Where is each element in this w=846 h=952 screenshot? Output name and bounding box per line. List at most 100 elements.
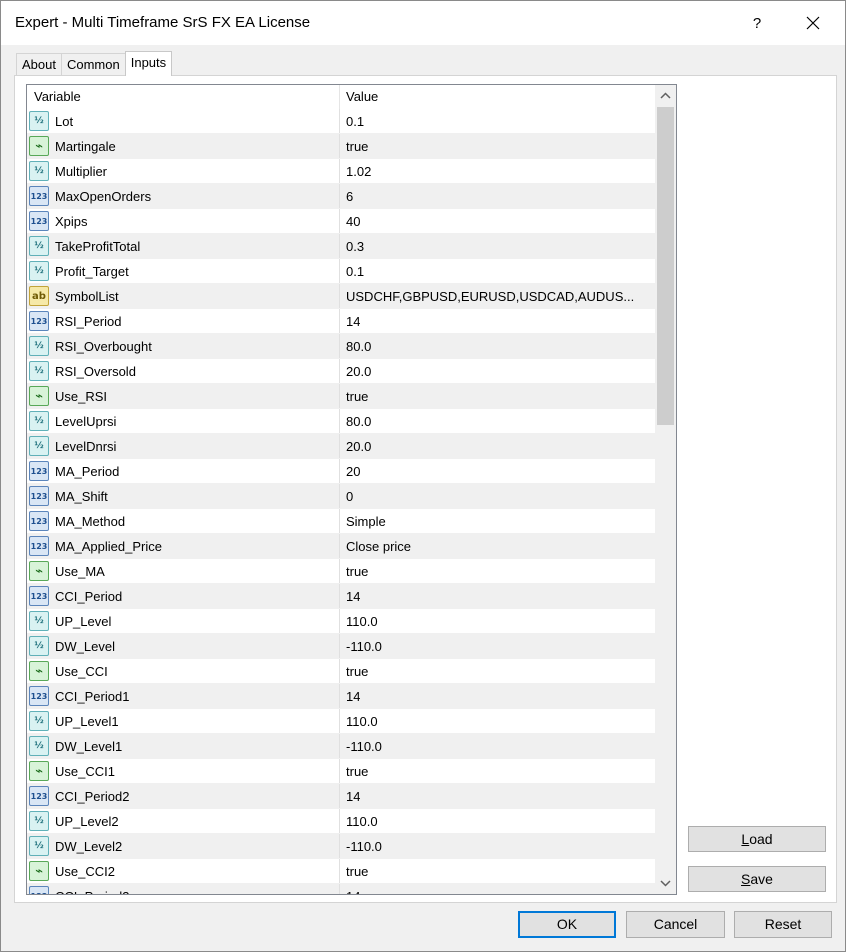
value-cell[interactable]: 14: [340, 684, 655, 708]
variable-cell[interactable]: ½ Profit_Target: [27, 259, 340, 283]
table-row[interactable]: ½ UP_Level2 110.0: [27, 809, 655, 834]
value-cell[interactable]: Close price: [340, 534, 655, 558]
table-row[interactable]: ⌁ Use_CCI2 true: [27, 859, 655, 884]
variable-cell[interactable]: 123 MA_Shift: [27, 484, 340, 508]
value-cell[interactable]: 110.0: [340, 709, 655, 733]
variable-cell[interactable]: ½ RSI_Oversold: [27, 359, 340, 383]
value-cell[interactable]: 20: [340, 459, 655, 483]
variable-cell[interactable]: 123 CCI_Period3: [27, 884, 340, 894]
value-cell[interactable]: -110.0: [340, 734, 655, 758]
table-row[interactable]: ½ LevelDnrsi 20.0: [27, 434, 655, 459]
cancel-button[interactable]: Cancel: [626, 911, 725, 938]
value-cell[interactable]: 40: [340, 209, 655, 233]
table-row[interactable]: ½ UP_Level1 110.0: [27, 709, 655, 734]
table-row[interactable]: ⌁ Use_MA true: [27, 559, 655, 584]
table-row[interactable]: 123 RSI_Period 14: [27, 309, 655, 334]
variable-cell[interactable]: 123 CCI_Period2: [27, 784, 340, 808]
value-cell[interactable]: true: [340, 559, 655, 583]
value-cell[interactable]: 14: [340, 584, 655, 608]
table-row[interactable]: 123 CCI_Period1 14: [27, 684, 655, 709]
variable-cell[interactable]: 123 MA_Method: [27, 509, 340, 533]
table-row[interactable]: ½ Lot 0.1: [27, 109, 655, 134]
scrollbar-thumb[interactable]: [657, 107, 674, 425]
variable-cell[interactable]: ½ LevelUprsi: [27, 409, 340, 433]
column-header-variable[interactable]: Variable: [27, 85, 340, 109]
save-button[interactable]: Save: [688, 866, 826, 892]
reset-button[interactable]: Reset: [734, 911, 832, 938]
table-row[interactable]: 123 MA_Applied_Price Close price: [27, 534, 655, 559]
help-button[interactable]: ?: [734, 1, 780, 45]
table-row[interactable]: 123 CCI_Period 14: [27, 584, 655, 609]
value-cell[interactable]: 110.0: [340, 809, 655, 833]
value-cell[interactable]: 0: [340, 484, 655, 508]
value-cell[interactable]: 14: [340, 309, 655, 333]
close-button[interactable]: [790, 1, 836, 45]
value-cell[interactable]: 20.0: [340, 359, 655, 383]
table-row[interactable]: ½ LevelUprsi 80.0: [27, 409, 655, 434]
table-row[interactable]: ⌁ Martingale true: [27, 134, 655, 159]
table-row[interactable]: ⌁ Use_CCI1 true: [27, 759, 655, 784]
value-cell[interactable]: -110.0: [340, 634, 655, 658]
variable-cell[interactable]: ⌁ Use_CCI: [27, 659, 340, 683]
table-row[interactable]: ½ DW_Level2 -110.0: [27, 834, 655, 859]
value-cell[interactable]: 0.1: [340, 259, 655, 283]
variable-cell[interactable]: ½ Multiplier: [27, 159, 340, 183]
table-row[interactable]: ½ RSI_Oversold 20.0: [27, 359, 655, 384]
value-cell[interactable]: USDCHF,GBPUSD,EURUSD,USDCAD,AUDUS...: [340, 284, 655, 308]
table-row[interactable]: 123 Xpips 40: [27, 209, 655, 234]
variable-cell[interactable]: 123 RSI_Period: [27, 309, 340, 333]
table-row[interactable]: ab SymbolList USDCHF,GBPUSD,EURUSD,USDCAD,…: [27, 284, 655, 309]
variable-cell[interactable]: ½ LevelDnrsi: [27, 434, 340, 458]
variable-cell[interactable]: ⌁ Use_CCI2: [27, 859, 340, 883]
value-cell[interactable]: 0.3: [340, 234, 655, 258]
variable-cell[interactable]: ½ UP_Level1: [27, 709, 340, 733]
table-row[interactable]: 123 CCI_Period3 14: [27, 884, 655, 895]
variable-cell[interactable]: ½ DW_Level2: [27, 834, 340, 858]
variable-cell[interactable]: ½ UP_Level2: [27, 809, 340, 833]
variable-cell[interactable]: ⌁ Use_RSI: [27, 384, 340, 408]
variable-cell[interactable]: ½ RSI_Overbought: [27, 334, 340, 358]
table-row[interactable]: 123 MA_Method Simple: [27, 509, 655, 534]
load-button[interactable]: Load: [688, 826, 826, 852]
table-row[interactable]: ½ TakeProfitTotal 0.3: [27, 234, 655, 259]
value-cell[interactable]: 80.0: [340, 409, 655, 433]
table-row[interactable]: ½ DW_Level1 -110.0: [27, 734, 655, 759]
variable-cell[interactable]: 123 MA_Period: [27, 459, 340, 483]
vertical-scrollbar[interactable]: [655, 85, 676, 894]
scroll-up-button[interactable]: [655, 85, 676, 105]
value-cell[interactable]: 110.0: [340, 609, 655, 633]
variable-cell[interactable]: ½ DW_Level1: [27, 734, 340, 758]
table-row[interactable]: ½ Multiplier 1.02: [27, 159, 655, 184]
value-cell[interactable]: 14: [340, 884, 655, 895]
table-row[interactable]: 123 MaxOpenOrders 6: [27, 184, 655, 209]
table-row[interactable]: 123 CCI_Period2 14: [27, 784, 655, 809]
variable-cell[interactable]: ½ DW_Level: [27, 634, 340, 658]
value-cell[interactable]: 1.02: [340, 159, 655, 183]
value-cell[interactable]: true: [340, 384, 655, 408]
variable-cell[interactable]: ⌁ Martingale: [27, 134, 340, 158]
table-row[interactable]: ½ Profit_Target 0.1: [27, 259, 655, 284]
variable-cell[interactable]: 123 Xpips: [27, 209, 340, 233]
variable-cell[interactable]: 123 MA_Applied_Price: [27, 534, 340, 558]
tab-inputs[interactable]: Inputs: [124, 51, 173, 76]
table-row[interactable]: ⌁ Use_RSI true: [27, 384, 655, 409]
value-cell[interactable]: 6: [340, 184, 655, 208]
value-cell[interactable]: 20.0: [340, 434, 655, 458]
variable-cell[interactable]: ½ Lot: [27, 109, 340, 133]
table-row[interactable]: ⌁ Use_CCI true: [27, 659, 655, 684]
variable-cell[interactable]: 123 MaxOpenOrders: [27, 184, 340, 208]
tab-about[interactable]: About: [16, 53, 62, 76]
variable-cell[interactable]: ½ UP_Level: [27, 609, 340, 633]
value-cell[interactable]: 80.0: [340, 334, 655, 358]
table-row[interactable]: ½ RSI_Overbought 80.0: [27, 334, 655, 359]
tab-common[interactable]: Common: [60, 53, 126, 76]
scroll-down-button[interactable]: [655, 873, 676, 893]
value-cell[interactable]: true: [340, 659, 655, 683]
variable-cell[interactable]: ½ TakeProfitTotal: [27, 234, 340, 258]
column-header-value[interactable]: Value: [340, 85, 655, 109]
value-cell[interactable]: true: [340, 759, 655, 783]
table-row[interactable]: ½ DW_Level -110.0: [27, 634, 655, 659]
value-cell[interactable]: 14: [340, 784, 655, 808]
table-row[interactable]: 123 MA_Period 20: [27, 459, 655, 484]
variable-cell[interactable]: ⌁ Use_MA: [27, 559, 340, 583]
